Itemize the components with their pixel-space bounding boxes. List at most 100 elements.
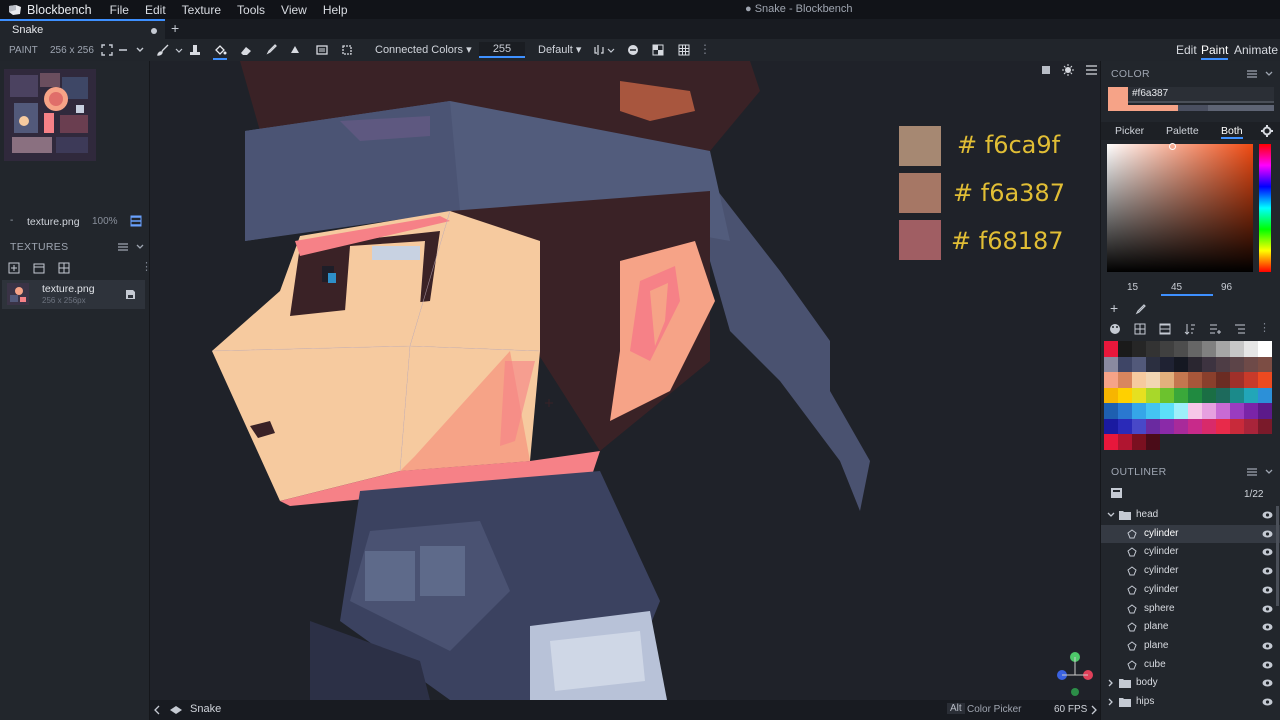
palette-swatch[interactable] bbox=[1132, 434, 1146, 450]
color-picker-icon[interactable] bbox=[264, 43, 278, 57]
collapse-chevron-icon[interactable] bbox=[135, 243, 145, 251]
brush-icon[interactable] bbox=[156, 43, 170, 57]
outliner-item[interactable]: cube bbox=[1101, 656, 1280, 674]
palette-swatch[interactable] bbox=[1146, 403, 1160, 419]
palette-swatch[interactable] bbox=[1230, 403, 1244, 419]
palette-swatch[interactable] bbox=[1146, 387, 1160, 403]
visibility-eye-icon[interactable] bbox=[1262, 641, 1273, 651]
palette-swatch[interactable] bbox=[1230, 372, 1244, 388]
palette-swatch[interactable] bbox=[1230, 387, 1244, 403]
palette-swatch[interactable] bbox=[1188, 418, 1202, 434]
outliner-toggle-icon[interactable] bbox=[1111, 488, 1122, 498]
expand-chevron-icon[interactable] bbox=[1107, 511, 1115, 519]
palette-swatch[interactable] bbox=[1244, 403, 1258, 419]
palette-swatch[interactable] bbox=[1216, 418, 1230, 434]
palette-swatch[interactable] bbox=[1118, 372, 1132, 388]
palette-lines-icon[interactable] bbox=[1234, 323, 1246, 335]
palette-swatch[interactable] bbox=[1230, 356, 1244, 372]
menu-help[interactable]: Help bbox=[323, 3, 348, 17]
palette-swatch[interactable] bbox=[1118, 403, 1132, 419]
visibility-eye-icon[interactable] bbox=[1262, 547, 1273, 557]
selection-tool-icon[interactable] bbox=[340, 43, 354, 57]
outliner-item[interactable]: cylinder bbox=[1101, 562, 1280, 580]
palette-load-icon[interactable] bbox=[1109, 323, 1121, 335]
palette-swatch[interactable] bbox=[1258, 341, 1272, 357]
menu-edit[interactable]: Edit bbox=[145, 3, 166, 17]
chevron-left-icon[interactable] bbox=[153, 705, 161, 715]
outliner-group-head[interactable]: head bbox=[1101, 506, 1280, 524]
palette-swatch[interactable] bbox=[1146, 341, 1160, 357]
palette-swatch[interactable] bbox=[1258, 372, 1272, 388]
palette-swatch[interactable] bbox=[1132, 418, 1146, 434]
outliner-item[interactable]: cylinder bbox=[1101, 543, 1280, 561]
palette-swatch[interactable] bbox=[1202, 372, 1216, 388]
checkerboard-icon[interactable] bbox=[651, 43, 665, 57]
palette-swatch[interactable] bbox=[1216, 387, 1230, 403]
mirror-chevron-icon[interactable] bbox=[604, 43, 618, 57]
palette-swatch[interactable] bbox=[1244, 418, 1258, 434]
brush-chevron-icon[interactable] bbox=[172, 43, 186, 57]
palette-swatch[interactable] bbox=[1174, 403, 1188, 419]
palette-swatch[interactable] bbox=[1118, 434, 1132, 450]
stamp-icon[interactable] bbox=[188, 43, 202, 57]
toolbar-overflow-icon[interactable]: ⋮ bbox=[699, 42, 711, 56]
palette-swatch[interactable] bbox=[1258, 403, 1272, 419]
fullscreen-icon[interactable] bbox=[100, 43, 114, 57]
palette-swatch[interactable] bbox=[1104, 372, 1118, 388]
draw-shape-icon[interactable] bbox=[315, 43, 329, 57]
palette-grid-icon[interactable] bbox=[1134, 323, 1146, 335]
palette-add-list-icon[interactable] bbox=[1209, 323, 1221, 335]
pixel-grid-icon[interactable] bbox=[677, 43, 691, 57]
outliner-group-hips[interactable]: hips bbox=[1101, 693, 1280, 711]
palette-swatch[interactable] bbox=[1258, 418, 1272, 434]
menu-texture[interactable]: Texture bbox=[182, 3, 221, 17]
palette-swatch[interactable] bbox=[1132, 356, 1146, 372]
color-settings-gear-icon[interactable] bbox=[1261, 125, 1273, 137]
opacity-input[interactable]: 255 bbox=[479, 42, 525, 58]
recent-colors-strip[interactable] bbox=[1128, 105, 1274, 111]
visibility-eye-icon[interactable] bbox=[1262, 660, 1273, 670]
palette-swatch[interactable] bbox=[1160, 372, 1174, 388]
texture-grid-icon[interactable] bbox=[58, 262, 70, 274]
chevron-right-icon[interactable] bbox=[1090, 705, 1098, 715]
palette-swatch[interactable] bbox=[1174, 372, 1188, 388]
visibility-eye-icon[interactable] bbox=[1262, 585, 1273, 595]
palette-swatch[interactable] bbox=[1188, 341, 1202, 357]
palette-swatch[interactable] bbox=[1258, 387, 1272, 403]
fill-mode-dropdown[interactable]: Connected Colors ▾ bbox=[375, 42, 472, 58]
palette-swatch[interactable] bbox=[1174, 341, 1188, 357]
tab-both[interactable]: Both bbox=[1221, 125, 1243, 139]
menu-view[interactable]: View bbox=[281, 3, 307, 17]
visibility-eye-icon[interactable] bbox=[1262, 604, 1273, 614]
color-menu-icon[interactable] bbox=[1247, 70, 1257, 78]
palette-swatch[interactable] bbox=[1104, 434, 1118, 450]
uv-layout-icon[interactable] bbox=[130, 215, 142, 230]
mode-animate[interactable]: Animate bbox=[1234, 43, 1278, 57]
palette-swatch[interactable] bbox=[1244, 341, 1258, 357]
saturation-input[interactable]: 45 bbox=[1161, 282, 1213, 296]
current-color-swatch[interactable] bbox=[1108, 87, 1128, 111]
mode-edit[interactable]: Edit bbox=[1176, 43, 1197, 57]
palette-swatch[interactable] bbox=[1146, 372, 1160, 388]
outliner-collapse-icon[interactable] bbox=[1264, 468, 1274, 476]
menu-file[interactable]: File bbox=[110, 3, 129, 17]
palette-swatch[interactable] bbox=[1244, 387, 1258, 403]
outliner-item[interactable]: plane bbox=[1101, 637, 1280, 655]
save-icon[interactable] bbox=[125, 289, 136, 300]
palette-swatch[interactable] bbox=[1188, 403, 1202, 419]
palette-swatch[interactable] bbox=[1146, 356, 1160, 372]
chevron-right-icon[interactable] bbox=[1107, 698, 1115, 706]
palette-swatch[interactable] bbox=[1174, 418, 1188, 434]
axis-gizmo-icon[interactable] bbox=[1052, 649, 1096, 697]
palette-swatch[interactable] bbox=[1216, 403, 1230, 419]
palette-overflow-icon[interactable]: ⋮ bbox=[1259, 321, 1270, 334]
palette-swatch[interactable] bbox=[1118, 387, 1132, 403]
palette-swatch[interactable] bbox=[1104, 403, 1118, 419]
palette-swatch[interactable] bbox=[1202, 356, 1216, 372]
palette-swatch[interactable] bbox=[1188, 372, 1202, 388]
palette-swatch[interactable] bbox=[1160, 418, 1174, 434]
viewport-menu-icon[interactable] bbox=[1086, 65, 1097, 75]
tab-palette[interactable]: Palette bbox=[1166, 125, 1199, 137]
palette-swatch[interactable] bbox=[1160, 356, 1174, 372]
palette-swatch[interactable] bbox=[1244, 372, 1258, 388]
